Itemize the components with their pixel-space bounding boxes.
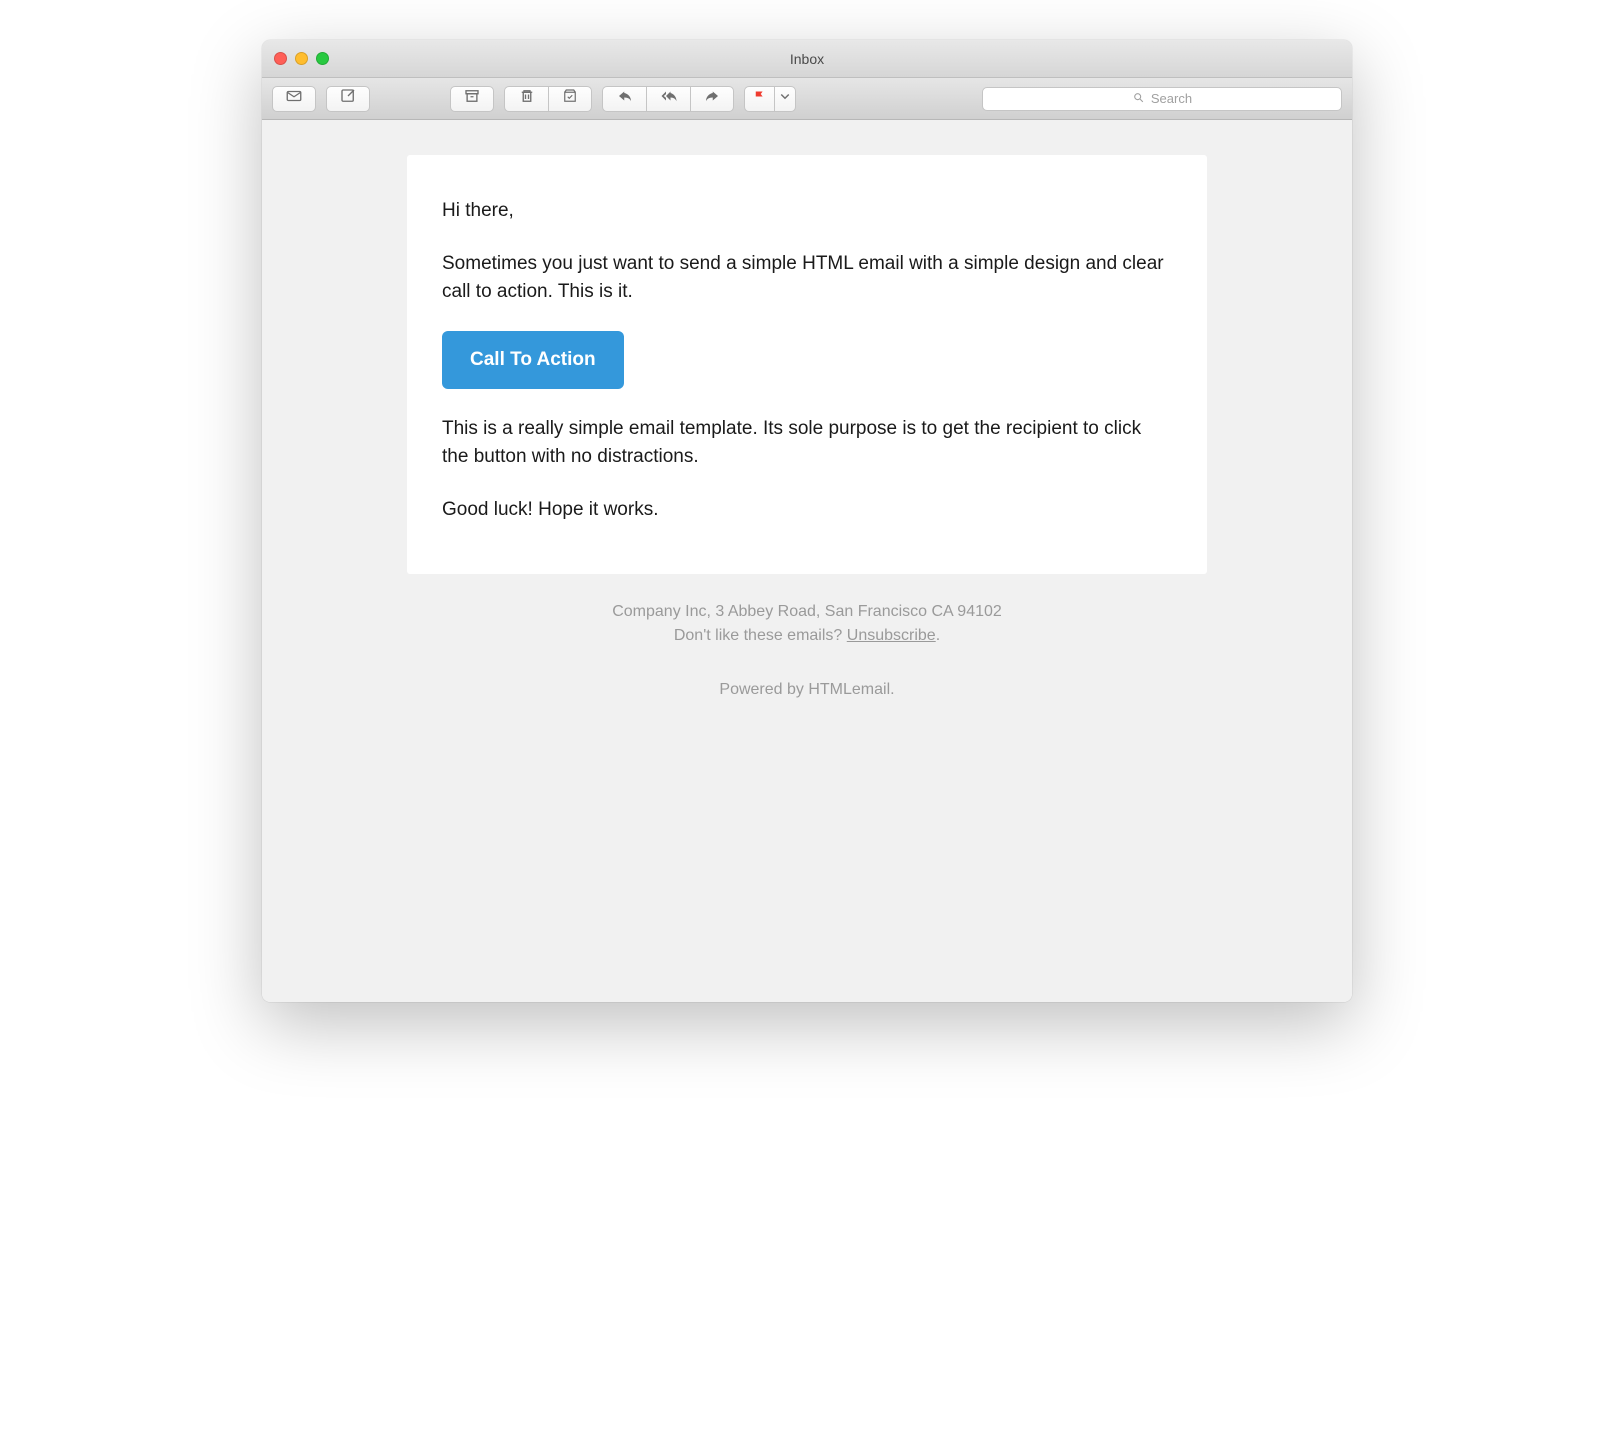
footer-unsubscribe-line: Don't like these emails? Unsubscribe.: [407, 624, 1207, 648]
archive-icon: [463, 87, 481, 110]
window-title: Inbox: [262, 51, 1352, 67]
footer-powered-line: Powered by HTMLemail.: [407, 678, 1207, 702]
archive-button[interactable]: [450, 86, 494, 112]
unsub-suffix: .: [936, 627, 940, 644]
reply-all-button[interactable]: [646, 86, 690, 112]
junk-icon: [561, 87, 579, 110]
minimize-window-button[interactable]: [295, 52, 308, 65]
titlebar: Inbox: [262, 40, 1352, 78]
get-mail-button[interactable]: [272, 86, 316, 112]
compose-icon: [339, 87, 357, 110]
email-intro: Sometimes you just want to send a simple…: [442, 250, 1172, 307]
powered-link[interactable]: HTMLemail: [808, 681, 890, 698]
flag-icon: [752, 89, 767, 109]
powered-suffix: .: [890, 681, 894, 698]
reply-button[interactable]: [602, 86, 646, 112]
flag-menu-button[interactable]: [774, 86, 796, 112]
toolbar: Search: [262, 78, 1352, 120]
email-footer: Company Inc, 3 Abbey Road, San Francisco…: [407, 574, 1207, 702]
junk-button[interactable]: [548, 86, 592, 112]
flag-button[interactable]: [744, 86, 774, 112]
forward-button[interactable]: [690, 86, 734, 112]
search-input[interactable]: Search: [982, 87, 1342, 111]
close-window-button[interactable]: [274, 52, 287, 65]
unsub-prefix: Don't like these emails?: [674, 627, 847, 644]
search-icon: [1132, 91, 1145, 107]
mail-window: Inbox: [262, 40, 1352, 1002]
email-body: Hi there, Sometimes you just want to sen…: [407, 155, 1207, 574]
forward-icon: [703, 87, 721, 110]
email-greeting: Hi there,: [442, 197, 1172, 226]
delete-button[interactable]: [504, 86, 548, 112]
cta-button[interactable]: Call To Action: [442, 331, 624, 389]
search-placeholder: Search: [1151, 91, 1192, 106]
envelope-icon: [285, 87, 303, 110]
compose-button[interactable]: [326, 86, 370, 112]
zoom-window-button[interactable]: [316, 52, 329, 65]
message-viewer: Hi there, Sometimes you just want to sen…: [262, 120, 1352, 1002]
powered-prefix: Powered by: [719, 681, 808, 698]
traffic-lights: [274, 52, 329, 65]
email-closing: Good luck! Hope it works.: [442, 496, 1172, 525]
chevron-down-icon: [776, 87, 794, 110]
email-body-text: This is a really simple email template. …: [442, 415, 1172, 472]
trash-icon: [518, 87, 536, 110]
reply-all-icon: [660, 87, 678, 110]
unsubscribe-link[interactable]: Unsubscribe: [847, 627, 936, 644]
footer-address: Company Inc, 3 Abbey Road, San Francisco…: [407, 600, 1207, 624]
reply-icon: [616, 87, 634, 110]
